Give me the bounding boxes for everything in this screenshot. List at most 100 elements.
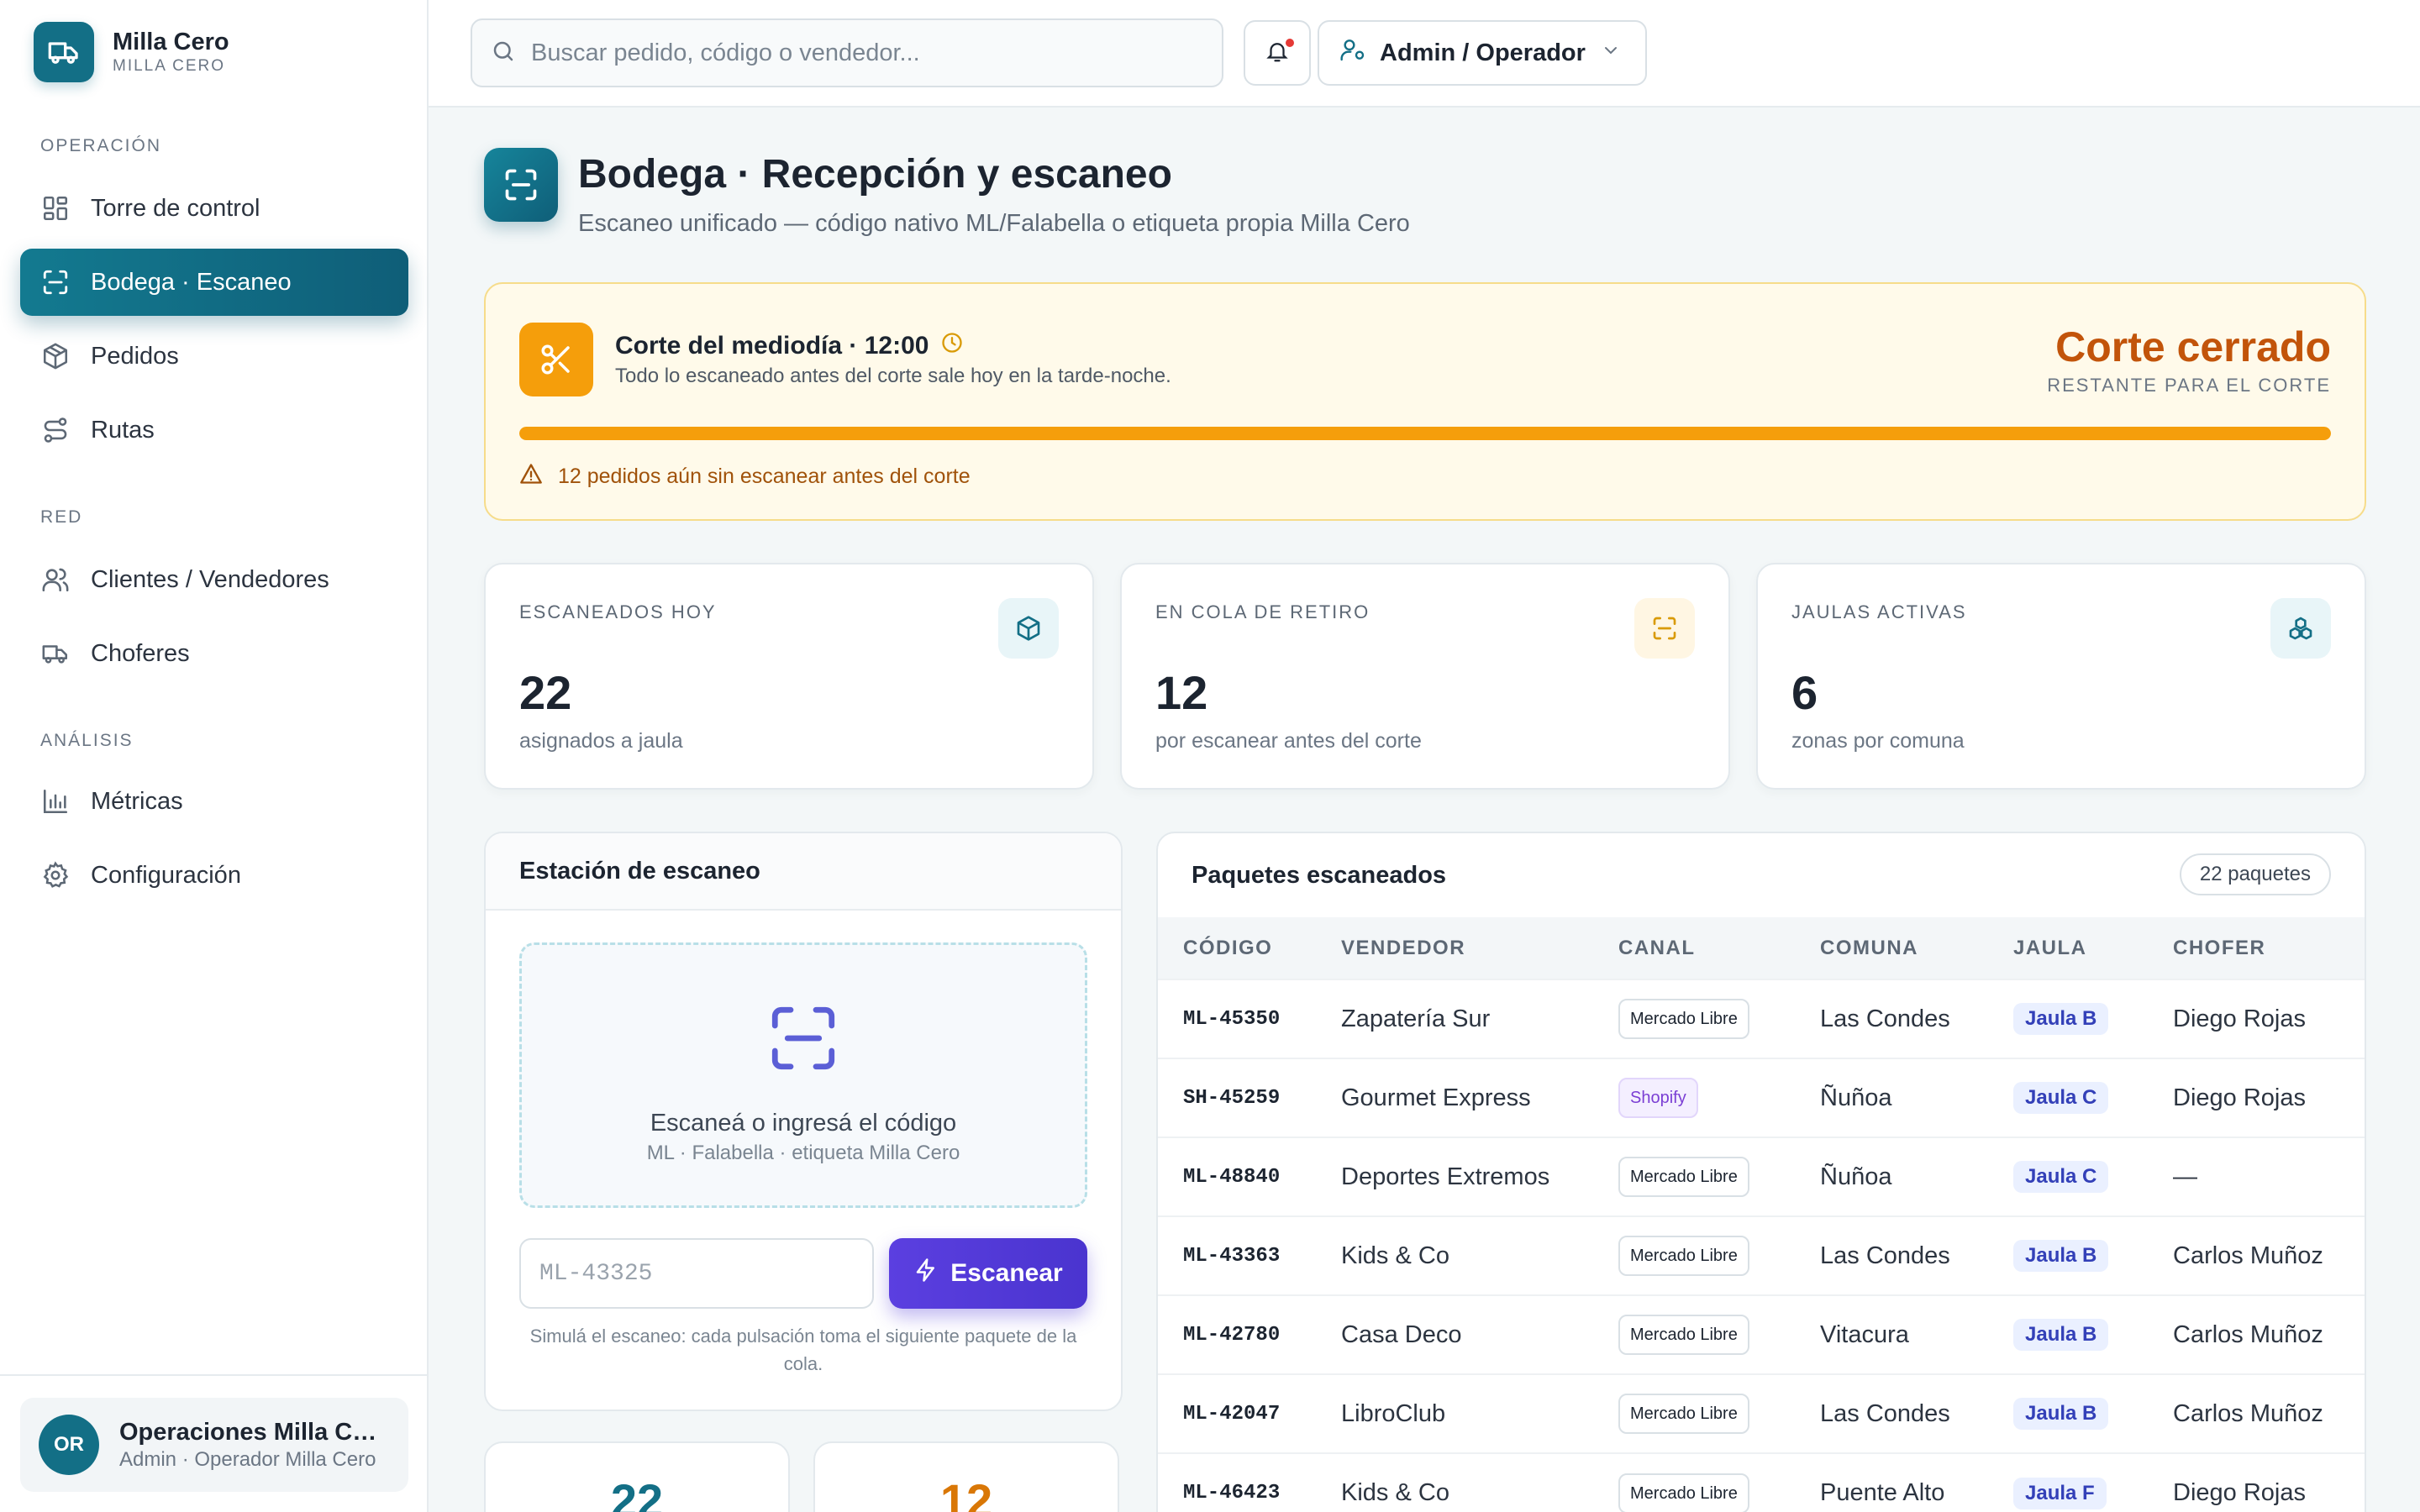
cutoff-title-text: Corte del mediodía · 12:00 <box>615 332 929 360</box>
channel-badge: Shopify <box>1618 1078 1698 1118</box>
cutoff-progress-fill <box>519 427 2331 440</box>
column-header[interactable]: VENDEDOR <box>1316 917 1593 979</box>
truck-icon <box>34 22 94 82</box>
cell-code: ML-42780 <box>1183 1323 1281 1347</box>
stat-caption: zonas por comuna <box>1791 729 1965 753</box>
stat-card-escaneados: ESCANEADOS HOY 22 asignados a jaula <box>484 563 1094 790</box>
stat-label: JAULAS ACTIVAS <box>1791 601 1967 622</box>
cell-vendor: Deportes Extremos <box>1341 1163 1550 1190</box>
mini-stat-value: 12 <box>939 1474 993 1512</box>
station-title: Estación de escaneo <box>486 833 1121 911</box>
gear-icon <box>40 860 71 890</box>
scan-icon <box>765 1000 841 1080</box>
code-input[interactable] <box>519 1238 874 1309</box>
cell-channel: Mercado Libre <box>1593 1374 1795 1453</box>
cutoff-progress-bar <box>519 427 2331 440</box>
cell-driver: Diego Rojas <box>2173 1479 2306 1506</box>
sidebar-item-bodega-escaneo[interactable]: Bodega · Escaneo <box>20 249 408 316</box>
notification-dot <box>1284 37 1296 49</box>
notifications-button[interactable] <box>1244 20 1311 86</box>
clock-icon <box>929 331 964 361</box>
scan-button[interactable]: Escanear <box>889 1238 1087 1309</box>
page-subtitle: Escaneo unificado — código nativo ML/Fal… <box>578 210 1410 237</box>
cell-cage: Jaula F <box>1988 1453 2148 1512</box>
sidebar-item-label: Rutas <box>91 416 155 444</box>
brand-subtitle: MILLA CERO <box>113 57 226 75</box>
station-hint: Simulá el escaneo: cada pulsación toma e… <box>529 1326 1077 1374</box>
cell-vendor: Kids & Co <box>1341 1479 1449 1506</box>
stat-value: 12 <box>1155 666 1208 719</box>
sidebar-item-clientes-vendedores[interactable]: Clientes / Vendedores <box>20 546 408 613</box>
column-header[interactable]: CANAL <box>1593 917 1795 979</box>
nav-section-operacion: OPERACIÓN <box>40 136 162 155</box>
brand[interactable]: Milla Cero MILLA CERO <box>34 22 229 82</box>
sidebar-footer: OR Operaciones Milla Cero Admin · Operad… <box>0 1374 427 1512</box>
role-label: Admin / Operador <box>1380 39 1586 66</box>
cell-driver: Carlos Muñoz <box>2173 1242 2323 1269</box>
column-header[interactable]: JAULA <box>1988 917 2148 979</box>
grid-icon <box>40 193 71 223</box>
table-row[interactable]: ML-43363 Kids & Co Mercado Libre Las Condes… <box>1158 1216 2365 1295</box>
package-icon <box>998 598 1059 659</box>
stat-value: 6 <box>1791 666 1818 719</box>
sidebar-item-choferes[interactable]: Choferes <box>20 620 408 687</box>
scan-icon <box>40 267 71 297</box>
cutoff-banner: Corte del mediodía · 12:00 Todo lo escan… <box>484 282 2366 521</box>
packages-table: CÓDIGO VENDEDOR CANAL COMUNA JAULA CHOFE… <box>1158 917 2365 1512</box>
channel-badge: Mercado Libre <box>1618 1315 1749 1355</box>
column-header[interactable]: CÓDIGO <box>1158 917 1316 979</box>
cell-cage: Jaula B <box>1988 979 2148 1058</box>
sidebar-item-metricas[interactable]: Métricas <box>20 768 408 835</box>
cell-vendor: Zapatería Sur <box>1341 1005 1491 1032</box>
table-row[interactable]: ML-45350 Zapatería Sur Mercado Libre Las Co… <box>1158 979 2365 1058</box>
cell-cage: Jaula B <box>1988 1216 2148 1295</box>
column-header[interactable]: CHOFER <box>2148 917 2365 979</box>
table-row[interactable]: ML-48840 Deportes Extremos Mercado Libre Ñu… <box>1158 1137 2365 1216</box>
user-card[interactable]: OR Operaciones Milla Cero Admin · Operad… <box>20 1398 408 1492</box>
sidebar-item-rutas[interactable]: Rutas <box>20 396 408 464</box>
mini-stat-value: 22 <box>610 1474 664 1512</box>
mini-stat-queue: 12 <box>813 1441 1119 1512</box>
cell-channel: Mercado Libre <box>1593 1295 1795 1374</box>
cell-commune: Ñuñoa <box>1820 1163 1892 1190</box>
scan-dropzone[interactable]: Escaneá o ingresá el código ML · Falabel… <box>519 942 1087 1208</box>
nav-section-red: RED <box>40 507 83 527</box>
cell-commune: Puente Alto <box>1820 1479 1945 1506</box>
cage-badge: Jaula F <box>2013 1477 2107 1509</box>
channel-badge: Mercado Libre <box>1618 1236 1749 1276</box>
brand-name: Milla Cero <box>113 29 229 55</box>
sidebar-item-configuracion[interactable]: Configuración <box>20 842 408 909</box>
channel-badge: Mercado Libre <box>1618 1473 1749 1512</box>
box-icon <box>40 341 71 371</box>
channel-badge: Mercado Libre <box>1618 1157 1749 1197</box>
table-header-row: CÓDIGO VENDEDOR CANAL COMUNA JAULA CHOFE… <box>1158 917 2365 979</box>
topbar: Admin / Operador <box>429 0 2420 108</box>
cage-badge: Jaula B <box>2013 1319 2109 1351</box>
table-row[interactable]: ML-42047 LibroClub Mercado Libre Las Condes… <box>1158 1374 2365 1453</box>
column-header[interactable]: COMUNA <box>1795 917 1988 979</box>
cell-cage: Jaula C <box>1988 1137 2148 1216</box>
route-icon <box>40 415 71 445</box>
role-switcher[interactable]: Admin / Operador <box>1318 20 1647 86</box>
scissors-icon <box>519 323 593 396</box>
search-icon <box>491 39 516 68</box>
cutoff-status-caption: RESTANTE PARA EL CORTE <box>2047 375 2331 396</box>
search-box[interactable] <box>471 18 1223 87</box>
search-input[interactable] <box>531 39 1186 67</box>
page-title: Bodega · Recepción y escaneo <box>578 152 1172 197</box>
sidebar-item-label: Métricas <box>91 787 183 815</box>
sidebar-item-label: Clientes / Vendedores <box>91 565 329 593</box>
stat-label: ESCANEADOS HOY <box>519 601 717 622</box>
stat-card-jaulas: JAULAS ACTIVAS 6 zonas por comuna <box>1756 563 2366 790</box>
channel-badge: Mercado Libre <box>1618 1394 1749 1434</box>
cage-badge: Jaula B <box>2013 1003 2109 1035</box>
sidebar-item-pedidos[interactable]: Pedidos <box>20 323 408 390</box>
chevron-down-icon <box>1601 39 1621 67</box>
cage-badge: Jaula B <box>2013 1240 2109 1272</box>
sidebar-item-torre-de-control[interactable]: Torre de control <box>20 175 408 242</box>
table-row[interactable]: ML-46423 Kids & Co Mercado Libre Puente Alt… <box>1158 1453 2365 1512</box>
table-row[interactable]: SH-45259 Gourmet Express Shopify Ñuñoa Jaula… <box>1158 1058 2365 1137</box>
cutoff-title: Corte del mediodía · 12:00 <box>615 331 964 361</box>
cage-badge: Jaula B <box>2013 1398 2109 1430</box>
table-row[interactable]: ML-42780 Casa Deco Mercado Libre Vitacura Ja… <box>1158 1295 2365 1374</box>
